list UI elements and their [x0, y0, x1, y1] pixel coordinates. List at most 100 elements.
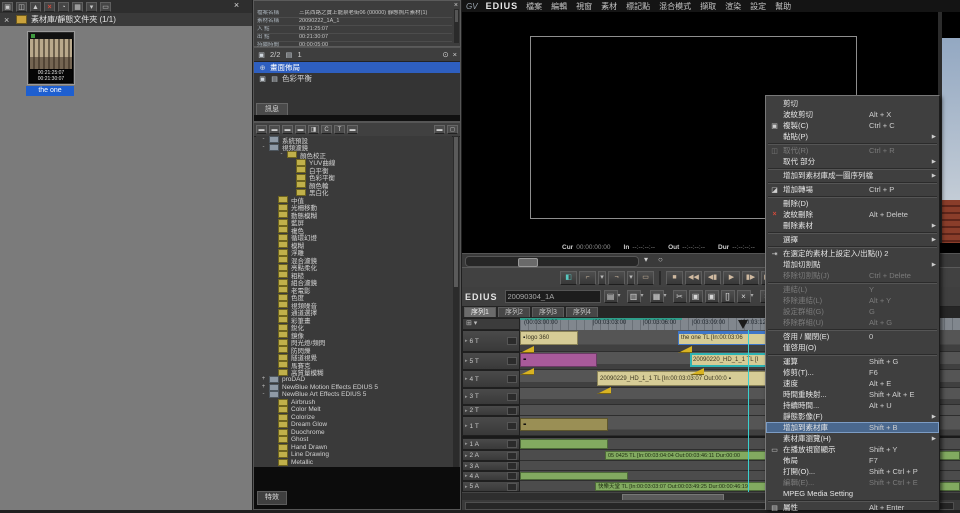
- effect-view-icon[interactable]: ▬: [347, 125, 358, 134]
- track-expander-icon[interactable]: ▸: [465, 358, 468, 364]
- context-menu-item[interactable]: 黏貼(P) ▶: [766, 131, 939, 142]
- context-menu-item[interactable]: 增加到素材庫 Shift + B: [766, 422, 939, 433]
- effect-tree-item[interactable]: 藍屏: [256, 219, 452, 227]
- close-icon[interactable]: ×: [454, 2, 458, 9]
- timeline-toolbar-button[interactable]: ▥: [627, 290, 641, 303]
- tree-expander-icon[interactable]: +: [260, 376, 267, 383]
- context-menu-item[interactable]: 素材庫瀏覽(H) ▶: [766, 433, 939, 444]
- track-expander-icon[interactable]: ▸: [465, 453, 468, 459]
- effect-view-icon[interactable]: ◻: [447, 125, 458, 134]
- effect-tree-item[interactable]: 色度: [256, 294, 452, 302]
- track-patch-button[interactable]: [507, 393, 517, 401]
- track-expander-icon[interactable]: ▸: [465, 484, 468, 490]
- context-menu-item[interactable]: ▣ 複製(C) Ctrl + C: [766, 120, 939, 131]
- effect-tree-item[interactable]: 隧道視覺: [256, 354, 452, 362]
- tree-expander-icon[interactable]: -: [260, 136, 267, 143]
- effect-tree-item[interactable]: Color Melt: [256, 406, 452, 414]
- timeline-clip[interactable]: ▪▪: [520, 418, 608, 431]
- marker-balloon-icon[interactable]: ○: [658, 255, 663, 264]
- transport-mode-button[interactable]: ◧: [560, 271, 577, 285]
- effect-tree-item[interactable]: 視頻噪音: [256, 301, 452, 309]
- audio-track-header[interactable]: ▸ 5 A: [462, 481, 520, 492]
- effect-view-icon[interactable]: ▬: [256, 125, 267, 134]
- track-patch-button[interactable]: [507, 337, 517, 345]
- track-expander-icon[interactable]: ▸: [465, 376, 468, 382]
- effect-tree-item[interactable]: 鏡像: [256, 331, 452, 339]
- close-icon[interactable]: ×: [231, 1, 242, 11]
- playback-button[interactable]: ◀▮: [704, 271, 721, 285]
- project-name-input[interactable]: [505, 290, 601, 303]
- effect-tree-item[interactable]: Hand Drawn: [256, 444, 452, 452]
- effect-tree-item[interactable]: 通道選擇: [256, 309, 452, 317]
- effect-tree-item[interactable]: 模糊: [256, 241, 452, 249]
- scrollbar[interactable]: [453, 136, 459, 469]
- transport-mode-button[interactable]: ▾: [598, 271, 606, 285]
- effect-view-icon[interactable]: C: [321, 125, 332, 134]
- menu-bar-item[interactable]: 視窗: [576, 1, 592, 12]
- context-menu-item[interactable]: 移除連結(L) Alt + Y: [766, 295, 939, 306]
- tab-effect[interactable]: 特效: [257, 491, 287, 505]
- tree-expander-icon[interactable]: -: [278, 151, 285, 158]
- effect-tree-item[interactable]: 閃光燈/頻閃: [256, 339, 452, 347]
- effect-tree-item[interactable]: 動態模糊: [256, 211, 452, 219]
- track-patch-button[interactable]: [507, 440, 517, 448]
- clip-name-label[interactable]: the one: [26, 86, 74, 96]
- close-icon[interactable]: ×: [4, 15, 12, 25]
- context-menu-item[interactable]: 靜態影像(F) ▶: [766, 411, 939, 422]
- context-menu-item[interactable]: ▭ 在播放視窗顯示 Shift + Y: [766, 444, 939, 455]
- clip-thumbnail[interactable]: 00:21:25:07 00:21:30:07: [28, 32, 74, 84]
- bin-toolbar-icon[interactable]: ×: [44, 2, 55, 12]
- effect-tree-item[interactable]: 彩筆畫: [256, 316, 452, 324]
- tree-expander-icon[interactable]: -: [260, 391, 267, 398]
- track-expander-icon[interactable]: ▸: [465, 423, 468, 429]
- effect-tree-item[interactable]: 馬賽克: [256, 361, 452, 369]
- menu-bar-item[interactable]: 渲染: [725, 1, 741, 12]
- context-menu-item[interactable]: 移除群組(U) Alt + G: [766, 317, 939, 328]
- shuttle-handle[interactable]: [518, 258, 538, 267]
- effect-tree-item[interactable]: 顏色輪: [256, 181, 452, 189]
- track-expander-icon[interactable]: ▸: [465, 441, 468, 447]
- dropdown-caret-icon[interactable]: ▾: [664, 290, 671, 303]
- tree-expander-icon[interactable]: +: [260, 384, 267, 391]
- effect-tree-item[interactable]: 粗糙: [256, 271, 452, 279]
- menu-bar-item[interactable]: 擷取: [700, 1, 716, 12]
- effect-tree-item[interactable]: Dream Glow: [256, 421, 452, 429]
- context-menu-item[interactable]: 修剪(T)... F6: [766, 367, 939, 378]
- timeline-toolbar-button[interactable]: ✂: [673, 290, 687, 303]
- context-menu-item[interactable]: × 波紋刪除 Alt + Delete: [766, 209, 939, 220]
- menu-bar-item[interactable]: 素材: [601, 1, 617, 12]
- context-menu-item[interactable]: 連結(L) Y: [766, 284, 939, 295]
- bin-toolbar-icon[interactable]: ▲: [30, 2, 41, 12]
- timeline-clip[interactable]: ▪▪: [520, 353, 597, 367]
- track-patch-button[interactable]: [507, 462, 517, 470]
- menu-bar-item[interactable]: 檔案: [526, 1, 542, 12]
- audio-track-header[interactable]: ▸ 2 A: [462, 450, 520, 461]
- bin-toolbar-icon[interactable]: ▾: [86, 2, 97, 12]
- effect-tree-item[interactable]: 白平衡: [256, 166, 452, 174]
- applied-effect-item[interactable]: ⊕ 畫面佈局: [254, 62, 460, 73]
- effect-view-icon[interactable]: ▬: [282, 125, 293, 134]
- timeline-toolbar-button[interactable]: []: [721, 290, 735, 303]
- context-menu-item[interactable]: 移除切割點(J) Ctrl + Delete: [766, 270, 939, 281]
- menu-bar-item[interactable]: 混合模式: [659, 1, 691, 12]
- close-icon[interactable]: ×: [453, 50, 457, 59]
- context-menu-item[interactable]: 增加到素材庫成一圖序列檔 ▶: [766, 170, 939, 181]
- track-patch-button[interactable]: [507, 375, 517, 383]
- bin-content[interactable]: 00:21:25:07 00:21:30:07 the one: [0, 26, 252, 510]
- sequence-tab[interactable]: 序列4: [566, 307, 598, 317]
- effect-tree-item[interactable]: 浮雕: [256, 249, 452, 257]
- context-menu-item[interactable]: 編輯(E)... Shift + Ctrl + E: [766, 477, 939, 488]
- effect-tree-item[interactable]: 高質量模糊: [256, 369, 452, 377]
- timeline-toolbar-button[interactable]: ▣: [689, 290, 703, 303]
- applied-effect-item[interactable]: ▣ ▤ 色彩平衡: [254, 73, 460, 84]
- timeline-toolbar-button[interactable]: ▤: [604, 290, 618, 303]
- playback-button[interactable]: ▶: [723, 271, 740, 285]
- context-menu-item[interactable]: ◫ 取代(R) Ctrl + R: [766, 145, 939, 156]
- context-menu-item[interactable]: 啓用 / 關閉(E) 0: [766, 331, 939, 342]
- menu-bar-item[interactable]: 編輯: [551, 1, 567, 12]
- playback-button[interactable]: ◀◀: [685, 271, 702, 285]
- effect-view-icon[interactable]: ▬: [295, 125, 306, 134]
- effect-tree-item[interactable]: + proDAD: [256, 376, 452, 384]
- context-menu-item[interactable]: 佈局 F7: [766, 455, 939, 466]
- audio-track-header[interactable]: ▸ 3 A: [462, 461, 520, 471]
